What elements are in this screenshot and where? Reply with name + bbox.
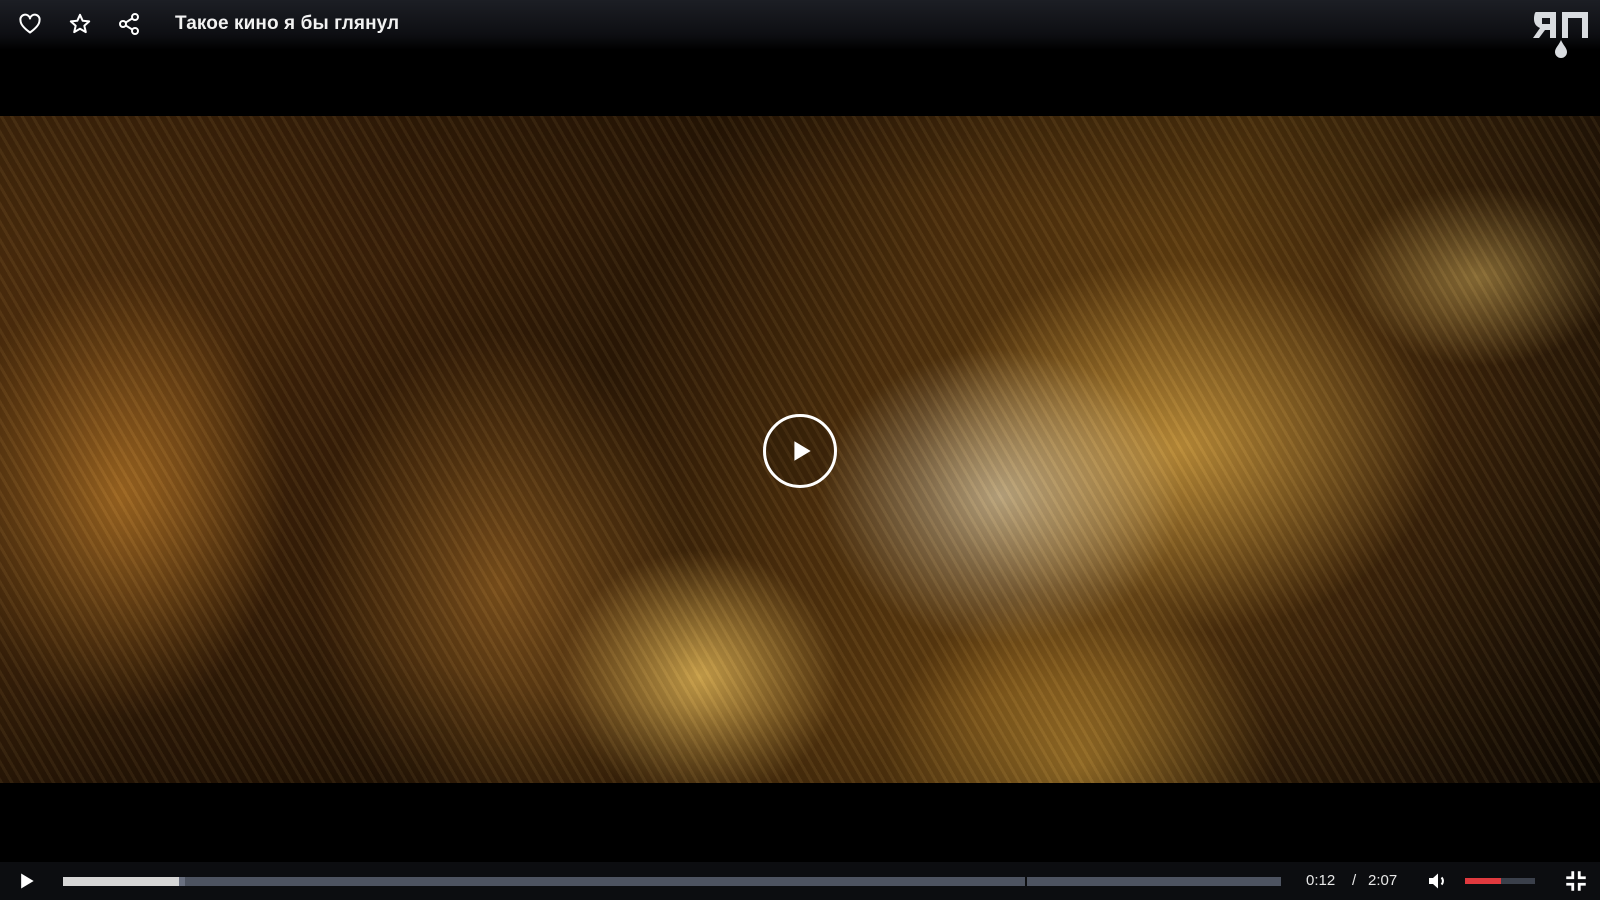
volume-icon [1429,873,1444,889]
control-bar: 0:12 / 2:07 [0,862,1600,900]
center-play-button[interactable] [763,414,837,488]
top-bar: Такое кино я бы глянул [0,0,1600,58]
yp-logo[interactable] [1532,8,1590,60]
yp-logo-icon [1533,12,1588,58]
volume-slider[interactable] [1465,878,1535,884]
share-button[interactable] [116,11,142,37]
mute-button[interactable] [1426,869,1450,893]
favorite-button[interactable] [67,11,93,37]
time-separator: / [1352,872,1357,889]
play-icon [794,441,811,461]
play-button[interactable] [14,868,40,894]
exit-fullscreen-icon [1566,871,1586,891]
duration: 2:07 [1368,872,1398,889]
star-icon [69,13,91,34]
heart-icon [19,13,41,34]
play-icon [21,873,34,889]
like-button[interactable] [17,11,43,37]
progress-segment-divider [1025,877,1027,886]
volume-level [1465,878,1502,884]
video-title: Такое кино я бы глянул [175,13,400,34]
exit-fullscreen-button[interactable] [1563,868,1589,894]
progress-played [63,877,179,886]
share-icon [119,13,139,35]
current-time: 0:12 [1306,872,1336,889]
progress-bar[interactable] [63,877,1281,886]
video-player: Такое кино я бы глянул 0:12 / 2:07 [0,0,1600,900]
